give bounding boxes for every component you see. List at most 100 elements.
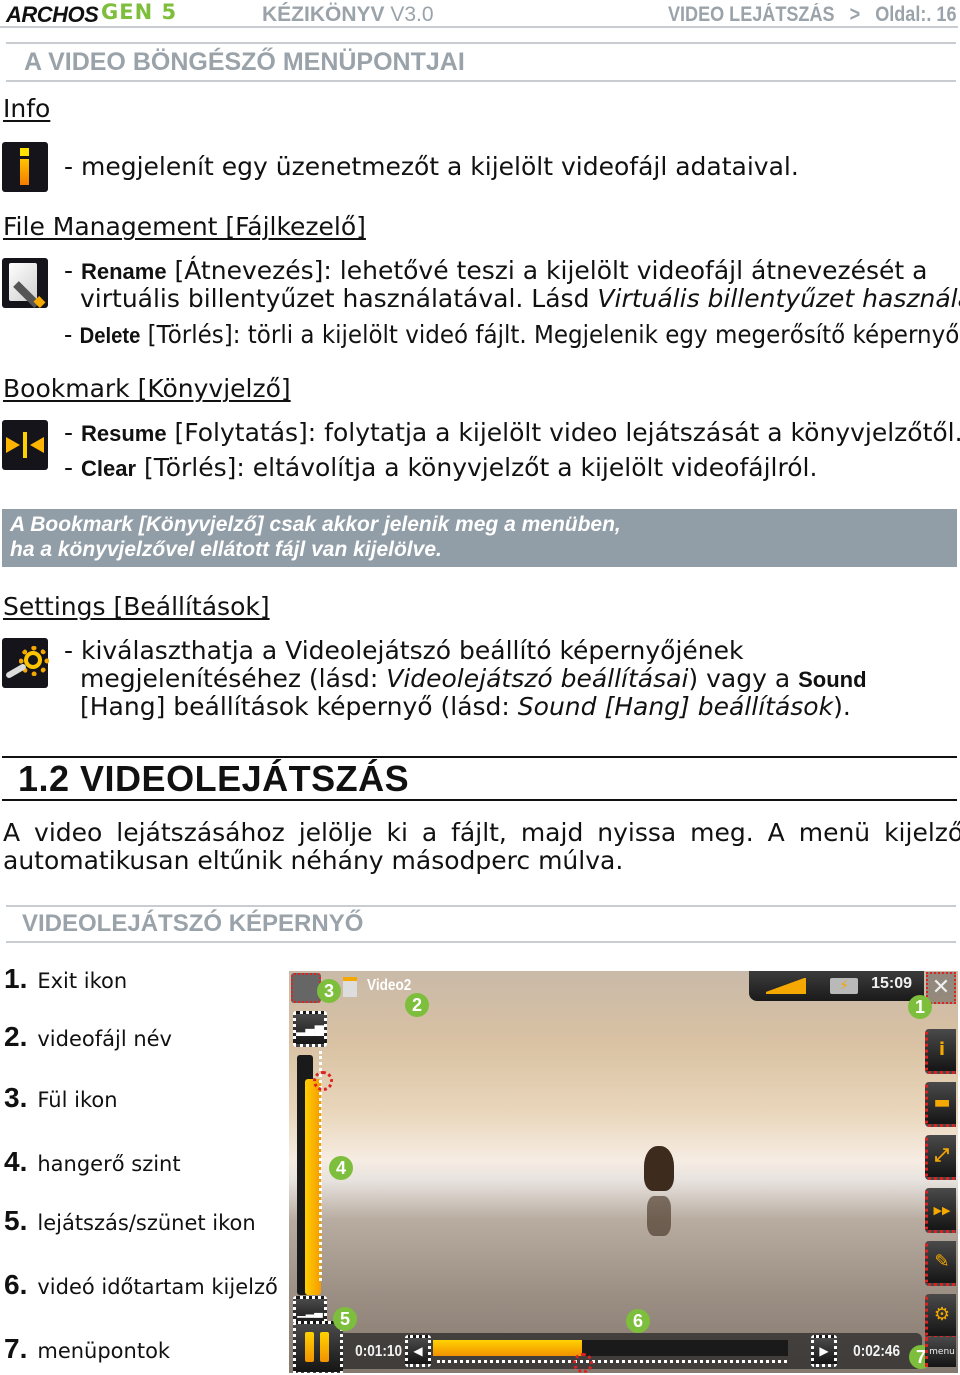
settings-gear-icon: ⚙ — [933, 1304, 951, 1325]
legend-item: 7. menüpontok — [4, 1333, 170, 1365]
rename-text: [Átnevezés]: lehetővé teszi a kijelölt v… — [166, 256, 928, 285]
resume-label: Resume — [80, 421, 167, 446]
legend-item: 1. Exit ikon — [4, 963, 127, 995]
settings-text-3b: ). — [833, 692, 851, 721]
speed-icon: ▶▶ — [933, 1204, 951, 1217]
exit-button[interactable]: ✕ — [926, 972, 956, 1004]
settings-text-2a: megjelenítéséhez (lásd: — [80, 664, 387, 693]
clear-label: Clear — [80, 456, 137, 481]
model-name: GEN 5 — [101, 0, 178, 24]
delete-text: [Törlés]: törli a kijelölt videó fájlt. … — [140, 320, 960, 349]
legend-label: Fül ikon — [37, 1088, 118, 1112]
display-settings-icon: ▬ — [933, 1092, 951, 1113]
breadcrumb: VIDEO LEJÁTSZÁS > Oldal:. 16 — [667, 3, 956, 26]
volume-slider[interactable] — [297, 1055, 321, 1295]
clear-text: [Törlés]: eltávolítja a könyvjelzőt a ki… — [136, 453, 818, 482]
legend-number: 7. — [4, 1333, 28, 1364]
legend-number: 3. — [4, 1082, 28, 1113]
legend-number: 1. — [4, 963, 28, 994]
settings-line-2: megjelenítéséhez (lásd: Videolejátszó be… — [80, 664, 867, 694]
rewind-button[interactable]: ◀ — [405, 1335, 431, 1367]
volume-handle[interactable] — [313, 1071, 333, 1091]
archos-logo: ARCHOS — [6, 2, 99, 27]
legend-label: Exit ikon — [37, 969, 128, 993]
bookmark-heading[interactable]: Bookmark [Könyvjelző] — [3, 374, 291, 403]
video-settings-reference[interactable]: Videolejátszó beállításai — [386, 664, 688, 693]
header-divider — [0, 26, 958, 28]
forward-button[interactable]: ▶ — [811, 1335, 837, 1367]
legend-item: 2. videofájl név — [4, 1021, 172, 1053]
battery-icon: ⚡ — [830, 978, 858, 994]
screen-section-title: VIDEOLEJÁTSZÓ KÉPERNYŐ — [22, 910, 364, 937]
rename-line-1: - Rename [Átnevezés]: lehetővé teszi a k… — [64, 256, 928, 285]
section-divider-top — [6, 42, 956, 44]
menu-button[interactable]: menu — [925, 1337, 956, 1367]
legend-label: hangerő szint — [37, 1152, 181, 1176]
clock: 15:09 — [871, 975, 912, 992]
legend-number: 2. — [4, 1021, 28, 1052]
legend-label: lejátszás/szünet ikon — [37, 1211, 256, 1235]
play-pause-button[interactable] — [293, 1321, 343, 1373]
rename-text-2: virtuális billentyűzet használatával. Lá… — [80, 284, 598, 313]
settings-text-2b: ) vagy a — [688, 664, 799, 693]
settings-heading[interactable]: Settings [Beállítások] — [3, 592, 270, 621]
info-icon: i — [938, 1039, 946, 1060]
file-management-heading[interactable]: File Management [Fájlkezelő] — [3, 212, 366, 241]
elapsed-time: 0:01:10 — [355, 1343, 403, 1360]
screen-section-divider-bottom — [6, 941, 956, 943]
note-line-2: ha a könyvjelzővel ellátott fájl van kij… — [10, 538, 442, 561]
settings-line-3: [Hang] beállítások képernyő (lásd: Sound… — [80, 692, 851, 721]
resume-line: - Resume [Folytatás]: folytatja a kijelö… — [64, 418, 960, 448]
note-text: A Bookmark [Könyvjelző] csak akkor jelen… — [10, 512, 621, 562]
video-file-name: Video2 — [367, 977, 412, 994]
settings-line-1: - kiválaszthatja a Videolejátszó beállít… — [64, 636, 744, 665]
info-heading[interactable]: Info — [3, 94, 50, 123]
delete-label: Delete — [79, 323, 141, 348]
settings-gear-icon — [2, 638, 49, 688]
side-menu-info-button[interactable]: i — [925, 1029, 956, 1074]
legend-item: 4. hangerő szint — [4, 1146, 181, 1178]
bookmark-icon — [2, 420, 48, 470]
legend-item: 3. Fül ikon — [4, 1082, 118, 1114]
volume-up-button[interactable]: ▂▄▆ — [293, 1011, 327, 1047]
info-icon — [2, 142, 48, 192]
sound-settings-reference[interactable]: Sound [Hang] beállítások — [518, 692, 833, 721]
progress-handle[interactable] — [573, 1353, 594, 1373]
headphone-volume-icon — [766, 978, 806, 994]
side-menu-fullscreen-button[interactable]: ⤢ — [925, 1135, 956, 1180]
badge-4: 4 — [329, 1156, 353, 1180]
legend-number: 4. — [4, 1146, 28, 1177]
bookmark-pen-icon: ✎ — [934, 1251, 950, 1272]
delete-line: - Delete [Törlés]: törli a kijelölt vide… — [64, 320, 960, 350]
chapter-title: 1.2 VIDEOLEJÁTSZÁS — [18, 758, 410, 799]
legend-label: menüpontok — [37, 1339, 171, 1363]
chapter-rule-bottom — [2, 799, 957, 801]
video-player-screenshot: 3 Video2 2 ⚡ 15:09 ✕ 1 i ▬ ⤢ ▶▶ ✎ ⚙ ▂▄▆ 4 ▁▂▃… — [289, 971, 958, 1373]
side-menu-speed-button[interactable]: ▶▶ — [925, 1188, 956, 1233]
figure-reflection — [647, 1196, 671, 1236]
side-menu-display-settings-button[interactable]: ▬ — [925, 1082, 956, 1127]
info-description: - megjelenít egy üzenetmezőt a kijelölt … — [64, 152, 799, 181]
badge-2: 2 — [405, 993, 429, 1017]
badge-3: 3 — [317, 979, 341, 1003]
section-title: A VIDEO BÖNGÉSZŐ MENÜPONTJAI — [24, 48, 465, 76]
badge-6: 6 — [626, 1309, 650, 1333]
legend-number: 6. — [4, 1269, 28, 1300]
rename-label: Rename — [80, 259, 167, 284]
progress-drag-range — [437, 1360, 787, 1363]
progress-fill — [433, 1340, 583, 1356]
manual-version: V3.0 — [390, 3, 434, 26]
video-file-icon — [343, 977, 357, 997]
virtual-keyboard-reference[interactable]: Virtuális billentyűzet használata — [597, 284, 960, 313]
fullscreen-icon: ⤢ — [934, 1145, 950, 1166]
side-menu-settings-gear-button[interactable]: ⚙ — [925, 1294, 956, 1339]
badge-1: 1 — [908, 995, 932, 1019]
legend-item: 6. videó időtartam kijelző — [4, 1269, 278, 1301]
note-line-1: A Bookmark [Könyvjelző] csak akkor jelen… — [10, 513, 621, 536]
badge-5: 5 — [333, 1307, 357, 1331]
manual-label: KÉZIKÖNYV — [262, 3, 385, 26]
side-menu-bookmark-pen-button[interactable]: ✎ — [925, 1241, 956, 1286]
legend-number: 5. — [4, 1205, 28, 1236]
settings-text-3a: [Hang] beállítások képernyő (lásd: — [80, 692, 518, 721]
figure-silhouette — [644, 1146, 674, 1191]
